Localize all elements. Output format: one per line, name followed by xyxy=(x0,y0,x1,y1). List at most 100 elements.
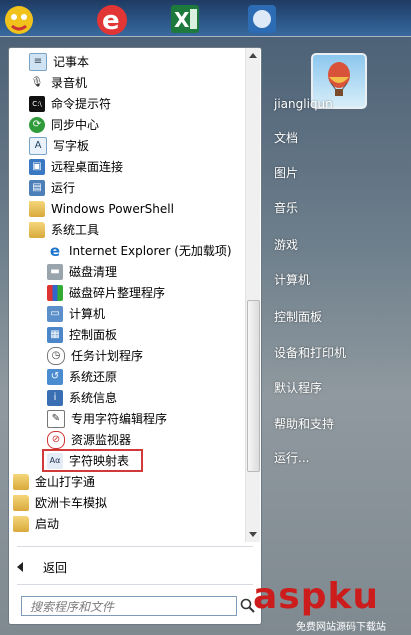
internet-explorer-icon: e xyxy=(49,241,61,260)
folder-icon xyxy=(29,221,45,238)
wordpad-icon: A xyxy=(29,136,47,155)
folder-icon xyxy=(13,494,29,511)
list-item[interactable]: ≡ 记事本 xyxy=(29,51,89,72)
computer-icon: ▭ xyxy=(47,305,63,322)
list-item[interactable]: ✎ 专用字符编辑程序 xyxy=(47,408,167,429)
scroll-thumb[interactable] xyxy=(247,300,260,472)
item-label: 写字板 xyxy=(53,139,90,153)
control-panel-icon: ▦ xyxy=(47,326,63,343)
item-label: 系统还原 xyxy=(69,370,118,384)
scroll-down-icon[interactable] xyxy=(249,532,257,537)
games-link[interactable]: 游戏 xyxy=(274,236,298,253)
svg-text:X: X xyxy=(174,8,190,32)
item-label: 同步中心 xyxy=(51,118,100,132)
list-item[interactable]: Windows PowerShell xyxy=(29,198,174,219)
clock-icon: ◷ xyxy=(47,346,65,365)
sync-icon: ⟳ xyxy=(29,116,45,133)
scroll-up-icon[interactable] xyxy=(249,53,257,58)
back-arrow-icon xyxy=(17,562,23,572)
list-item[interactable]: ◷ 任务计划程序 xyxy=(47,345,143,366)
list-item[interactable]: 磁盘碎片整理程序 xyxy=(47,282,165,303)
watermark-brand: aspku xyxy=(253,576,380,617)
back-label: 返回 xyxy=(43,560,68,575)
list-item[interactable]: ▤ 运行 xyxy=(29,177,75,198)
item-label: 运行 xyxy=(51,181,76,195)
list-item[interactable]: ⟳ 同步中心 xyxy=(29,114,99,135)
list-item[interactable]: ▭ 计算机 xyxy=(47,303,105,324)
item-label: 启动 xyxy=(35,517,60,531)
list-item[interactable]: A 写字板 xyxy=(29,135,89,156)
item-label: 磁盘碎片整理程序 xyxy=(69,286,166,300)
pictures-link[interactable]: 图片 xyxy=(274,164,298,181)
computer-link[interactable]: 计算机 xyxy=(274,271,310,288)
item-label: 资源监视器 xyxy=(71,433,132,447)
run-icon: ▤ xyxy=(29,179,45,196)
list-item[interactable]: ⊘ 资源监视器 xyxy=(47,429,131,450)
item-label: 录音机 xyxy=(51,76,88,90)
item-label: 任务计划程序 xyxy=(71,349,144,363)
list-item[interactable]: C:\ 命令提示符 xyxy=(29,93,111,114)
run-link[interactable]: 运行... xyxy=(274,449,309,466)
item-label: 专用字符编辑程序 xyxy=(71,412,168,426)
item-label: 金山打字通 xyxy=(35,475,96,489)
devices-printers-link[interactable]: 设备和打印机 xyxy=(274,344,346,361)
item-label: 系统信息 xyxy=(69,391,118,405)
list-item[interactable]: 金山打字通 xyxy=(13,471,95,492)
folder-icon xyxy=(29,200,45,217)
svg-text:e: e xyxy=(102,6,120,36)
list-item[interactable]: e Internet Explorer (无加载项) xyxy=(47,240,232,261)
highlight-box xyxy=(42,449,143,472)
system-restore-icon: ↺ xyxy=(47,368,63,385)
cmd-icon: C:\ xyxy=(29,95,45,112)
programs-pane: ≡ 记事本 🎙 录音机 C:\ 命令提示符 ⟳ 同步中心 A 写字板 ▣ 远程桌… xyxy=(8,47,262,625)
item-label: 控制面板 xyxy=(69,328,118,342)
help-support-link[interactable]: 帮助和支持 xyxy=(274,415,334,432)
excel-icon[interactable]: X xyxy=(168,2,202,36)
list-item[interactable]: 启动 xyxy=(13,513,59,534)
notepad-icon: ≡ xyxy=(29,52,47,71)
list-item[interactable]: 欧洲卡车模拟 xyxy=(13,492,107,513)
list-item[interactable]: ▣ 远程桌面连接 xyxy=(29,156,123,177)
folder-icon xyxy=(13,473,29,490)
scrollbar[interactable] xyxy=(245,48,260,542)
resource-monitor-icon: ⊘ xyxy=(47,430,65,449)
item-label: 磁盘清理 xyxy=(69,265,118,279)
list-item[interactable]: i 系统信息 xyxy=(47,387,117,408)
item-label: 命令提示符 xyxy=(51,97,112,111)
pen-icon: ✎ xyxy=(47,409,65,428)
watermark-subtitle: 免费网站源码下载站 xyxy=(296,622,386,633)
ie-icon[interactable]: e xyxy=(92,2,127,36)
list-item[interactable]: ▦ 控制面板 xyxy=(47,324,117,345)
default-programs-link[interactable]: 默认程序 xyxy=(274,379,322,396)
divider xyxy=(17,546,253,547)
item-label: Internet Explorer (无加载项) xyxy=(69,244,232,258)
app-icon[interactable] xyxy=(245,2,279,36)
remote-desktop-icon: ▣ xyxy=(29,158,45,175)
microphone-icon: 🎙 xyxy=(30,76,44,88)
list-item[interactable]: ▬ 磁盘清理 xyxy=(47,261,117,282)
qq-icon[interactable] xyxy=(2,2,36,36)
search-placeholder: 搜索程序和文件 xyxy=(30,599,115,614)
defrag-icon xyxy=(47,284,63,301)
search-input[interactable]: 搜索程序和文件 xyxy=(21,596,237,616)
watermark: aspku 免费网站源码下载站 xyxy=(253,576,411,633)
list-item[interactable]: ↺ 系统还原 xyxy=(47,366,117,387)
control-panel-link[interactable]: 控制面板 xyxy=(274,308,322,325)
list-item[interactable]: 系统工具 xyxy=(29,219,99,240)
documents-link[interactable]: 文档 xyxy=(274,129,298,146)
item-label: 计算机 xyxy=(69,307,106,321)
item-label: 远程桌面连接 xyxy=(51,160,124,174)
item-label: 记事本 xyxy=(53,55,90,69)
programs-list: ≡ 记事本 🎙 录音机 C:\ 命令提示符 ⟳ 同步中心 A 写字板 ▣ 远程桌… xyxy=(9,48,245,542)
item-label: Windows PowerShell xyxy=(51,201,174,216)
disk-cleanup-icon: ▬ xyxy=(47,263,63,280)
item-label: 系统工具 xyxy=(51,223,100,237)
list-item[interactable]: 🎙 录音机 xyxy=(29,72,87,93)
divider xyxy=(17,584,253,585)
start-menu: ≡ 记事本 🎙 录音机 C:\ 命令提示符 ⟳ 同步中心 A 写字板 ▣ 远程桌… xyxy=(0,36,411,635)
item-label: 欧洲卡车模拟 xyxy=(35,496,108,510)
user-name-link[interactable]: jiangliqun xyxy=(274,97,333,111)
back-button[interactable]: 返回 xyxy=(17,556,67,578)
music-link[interactable]: 音乐 xyxy=(274,199,298,216)
folder-icon xyxy=(13,515,29,532)
